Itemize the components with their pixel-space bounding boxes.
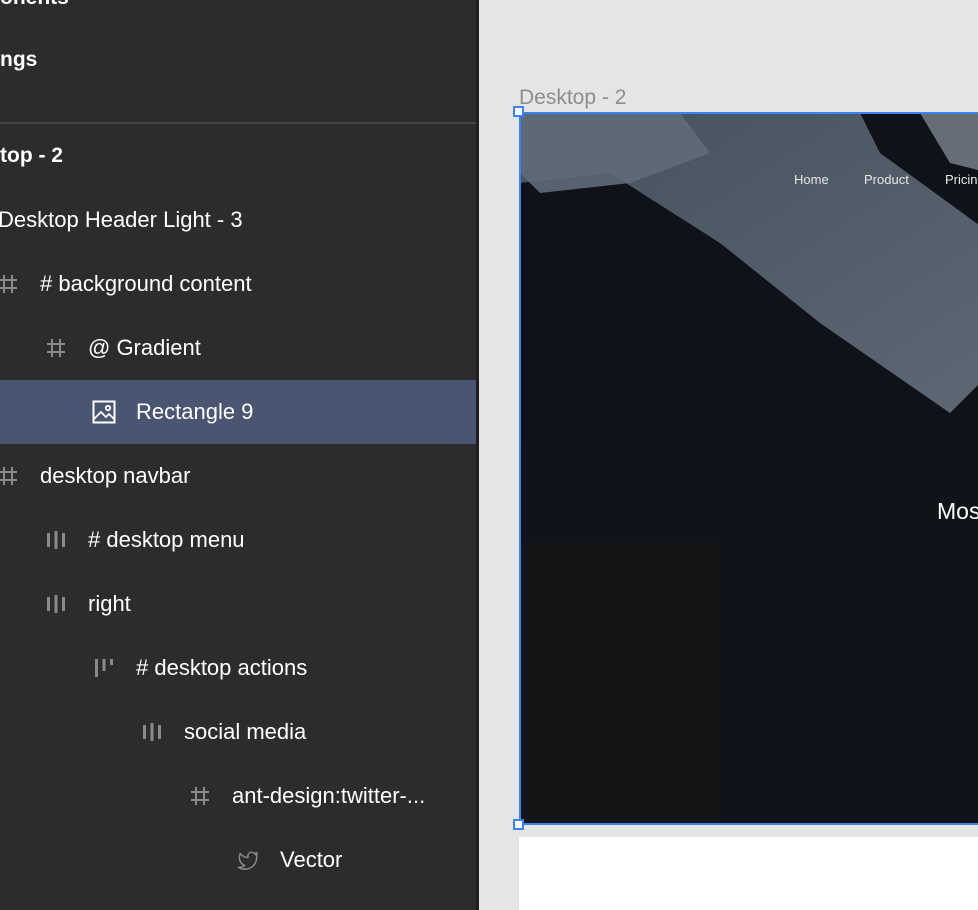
frame-label[interactable]: Desktop - 2 [519, 86, 626, 110]
nav-link-home[interactable]: Home [794, 172, 829, 187]
frame-icon [0, 464, 20, 488]
layer-row-background-content[interactable]: # background content [0, 252, 476, 316]
layer-label: # background content [40, 271, 252, 296]
canvas-frame-below [519, 837, 978, 910]
selected-frame-image[interactable] [520, 113, 978, 825]
autolayout-icon [44, 528, 68, 552]
panel-divider [0, 122, 476, 124]
layer-row-gradient[interactable]: @ Gradient [0, 316, 476, 380]
layer-label: Desktop Header Light - 3 [0, 207, 243, 232]
layer-row-desktop-menu[interactable]: # desktop menu [0, 508, 476, 572]
panel-edge [476, 0, 479, 910]
autolayout-icon [44, 592, 68, 616]
frame-icon [0, 272, 20, 296]
layer-item-settings[interactable]: ngs [0, 40, 37, 80]
layer-row-ant-design-twitter[interactable]: ant-design:twitter-... [0, 764, 476, 828]
resize-handle-bottom-left[interactable] [513, 819, 524, 830]
layers-panel: onents ngs top - 2 Desktop Header Light … [0, 0, 476, 910]
layer-label: social media [184, 719, 307, 744]
layer-label: # desktop actions [136, 655, 308, 680]
resize-handle-top-left[interactable] [513, 106, 524, 117]
layer-frame-title[interactable]: top - 2 [0, 136, 63, 176]
layer-label: right [88, 591, 131, 616]
image-icon [92, 400, 116, 424]
layer-label: @ Gradient [88, 335, 201, 360]
layer-item-components[interactable]: onents [0, 0, 69, 18]
layer-label: desktop navbar [40, 463, 191, 488]
autolayout-icon [140, 720, 164, 744]
layer-row-vector[interactable]: Vector [0, 828, 476, 892]
layer-row-social-media[interactable]: social media [0, 700, 476, 764]
hero-text: Mos [937, 498, 978, 524]
frame-icon [188, 784, 212, 808]
layer-row-desktop-actions[interactable]: # desktop actions [0, 636, 476, 700]
layer-row-rectangle-9[interactable]: Rectangle 9 [0, 380, 476, 444]
autolayout-icon [92, 656, 116, 680]
layer-row-desktop-header[interactable]: Desktop Header Light - 3 [0, 188, 476, 252]
layer-label: ant-design:twitter-... [232, 783, 426, 808]
frame-photo [520, 113, 978, 825]
nav-link-product[interactable]: Product [864, 172, 909, 187]
layer-label: Vector [280, 847, 343, 872]
twitter-icon [236, 848, 260, 872]
nav-link-pricing[interactable]: Pricin [945, 172, 978, 187]
layer-row-right[interactable]: right [0, 572, 476, 636]
layer-label: # desktop menu [88, 527, 245, 552]
layer-label: Rectangle 9 [136, 399, 254, 424]
layer-row-desktop-navbar[interactable]: desktop navbar [0, 444, 476, 508]
frame-icon [44, 336, 68, 360]
